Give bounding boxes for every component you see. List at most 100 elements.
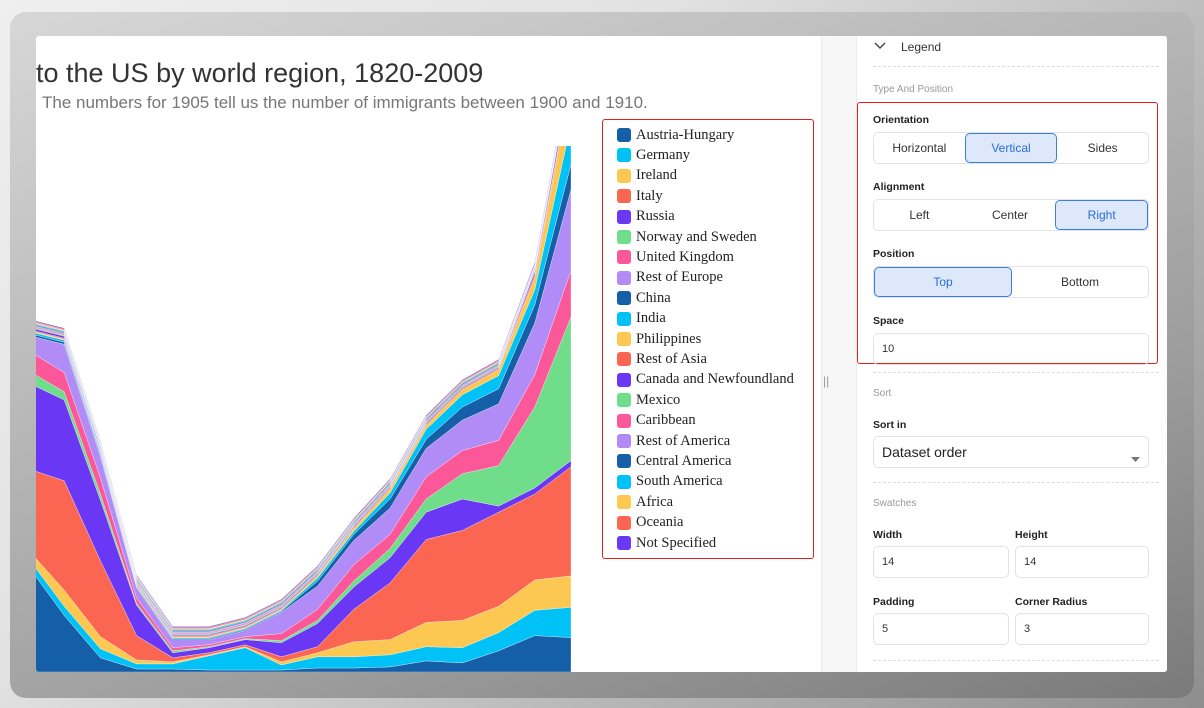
space-label: Space [873, 315, 904, 327]
legend-swatch [617, 454, 631, 469]
legend-item[interactable]: Central America [617, 452, 731, 470]
legend-swatch [617, 168, 631, 183]
legend-label: Ireland [636, 167, 678, 184]
legend-item[interactable]: Philippines [617, 330, 701, 348]
settings-panel: Legend Type And Position Orientation Hor… [857, 36, 1167, 672]
padding-label: Padding [873, 596, 915, 608]
alignment-segmented: Left Center Right [873, 199, 1149, 231]
legend-swatch [617, 230, 631, 244]
divider [873, 372, 1159, 373]
pane-divider [821, 36, 857, 672]
legend-label: Germany [636, 146, 690, 163]
legend-label: Austria-Hungary [636, 126, 735, 143]
legend-item[interactable]: Canada and Newfoundland [617, 371, 794, 389]
legend-swatch [617, 128, 631, 142]
legend-swatch [617, 250, 631, 265]
height-label: Height [1015, 529, 1048, 541]
position-top[interactable]: Top [874, 267, 1012, 297]
legend-swatch [617, 434, 631, 448]
legend-label: South America [636, 473, 723, 490]
legend-item[interactable]: Rest of Europe [617, 269, 723, 287]
orientation-sides[interactable]: Sides [1057, 133, 1148, 163]
legend-item[interactable]: Oceania [617, 514, 684, 532]
splitter-handle[interactable]: || [823, 374, 829, 388]
legend-swatch [617, 413, 631, 428]
orientation-label: Orientation [873, 114, 930, 126]
alignment-label: Alignment [873, 181, 925, 193]
orientation-segmented: Horizontal Vertical Sides [873, 132, 1149, 164]
width-input[interactable]: 14 [873, 546, 1009, 578]
legend-label: India [636, 310, 666, 327]
position-bottom[interactable]: Bottom [1012, 267, 1148, 297]
space-input[interactable]: 10 [873, 333, 1149, 365]
sort-in-label: Sort in [873, 419, 907, 431]
chart-subtitle: The numbers for 1905 tell us the number … [42, 93, 648, 112]
legend-label: Oceania [636, 514, 684, 531]
position-segmented: Top Bottom [873, 266, 1149, 298]
height-input[interactable]: 14 [1015, 546, 1149, 578]
legend-label: Rest of America [636, 432, 731, 449]
legend-item[interactable]: India [617, 310, 666, 328]
legend-swatch [617, 148, 631, 163]
legend-item[interactable]: United Kingdom [617, 248, 734, 266]
alignment-left[interactable]: Left [874, 200, 965, 230]
legend-item[interactable]: South America [617, 473, 723, 491]
legend-label: Norway and Sweden [636, 228, 757, 245]
legend-label: Caribbean [636, 412, 696, 429]
legend-swatch [617, 474, 631, 489]
swatches-label: Swatches [873, 498, 917, 509]
legend-item[interactable]: Rest of Asia [617, 350, 707, 368]
legend-item[interactable]: Ireland [617, 167, 677, 185]
legend-label: Philippines [636, 330, 702, 347]
legend-item[interactable]: Caribbean [617, 412, 696, 430]
legend-item[interactable]: Africa [617, 493, 673, 511]
alignment-center[interactable]: Center [965, 200, 1056, 230]
divider [873, 660, 1159, 661]
divider [873, 66, 1159, 67]
legend-item[interactable]: Russia [617, 208, 675, 226]
sort-in-value: Dataset order [882, 444, 967, 460]
padding-input[interactable]: 5 [873, 613, 1009, 645]
corner-radius-label: Corner Radius [1015, 596, 1088, 608]
legend-label: China [636, 289, 671, 306]
legend-item[interactable]: Austria-Hungary [617, 126, 734, 144]
alignment-right[interactable]: Right [1055, 200, 1149, 230]
corner-radius-input[interactable]: 3 [1015, 613, 1149, 645]
legend-label: Mexico [636, 391, 681, 408]
legend-label: Russia [636, 208, 675, 225]
legend-section-title: Legend [901, 40, 942, 54]
legend-item[interactable]: Not Specified [617, 534, 716, 552]
legend-swatch [617, 311, 631, 326]
sort-section-label: Sort [873, 388, 892, 399]
legend-label: Central America [636, 452, 732, 469]
dropdown-arrow-icon [1131, 450, 1140, 466]
legend-section-header[interactable]: Legend [873, 38, 941, 56]
orientation-horizontal[interactable]: Horizontal [874, 133, 965, 163]
legend-swatch [617, 332, 631, 346]
legend-label: Not Specified [636, 534, 717, 551]
sort-in-select[interactable]: Dataset order [873, 436, 1149, 468]
legend-label: Africa [636, 493, 674, 510]
legend-item[interactable]: China [617, 289, 671, 307]
legend-item[interactable]: Germany [617, 146, 690, 164]
legend-label: Italy [636, 187, 663, 204]
legend-item[interactable]: Rest of America [617, 432, 730, 450]
legend-swatch [617, 291, 631, 306]
legend-swatch [617, 515, 631, 530]
orientation-vertical[interactable]: Vertical [964, 133, 1058, 163]
legend-swatch [617, 495, 631, 510]
legend-swatch [617, 270, 631, 285]
legend-swatch [617, 393, 631, 408]
legend-swatch [617, 352, 631, 367]
legend-label: United Kingdom [636, 248, 734, 265]
legend-item[interactable]: Mexico [617, 391, 680, 409]
legend-item[interactable]: Italy [617, 187, 663, 205]
legend-item[interactable]: Norway and Sweden [617, 228, 757, 246]
legend-swatch [617, 372, 631, 387]
legend-label: Rest of Europe [636, 269, 723, 286]
chart-legend[interactable]: Austria-Hungary Germany Ireland Italy Russia… [602, 119, 814, 559]
app-window: to the US by world region, 1820-2009 The… [36, 36, 1167, 672]
chevron-down-icon[interactable] [873, 39, 889, 55]
stacked-area-chart [36, 146, 571, 672]
legend-swatch [617, 209, 631, 224]
